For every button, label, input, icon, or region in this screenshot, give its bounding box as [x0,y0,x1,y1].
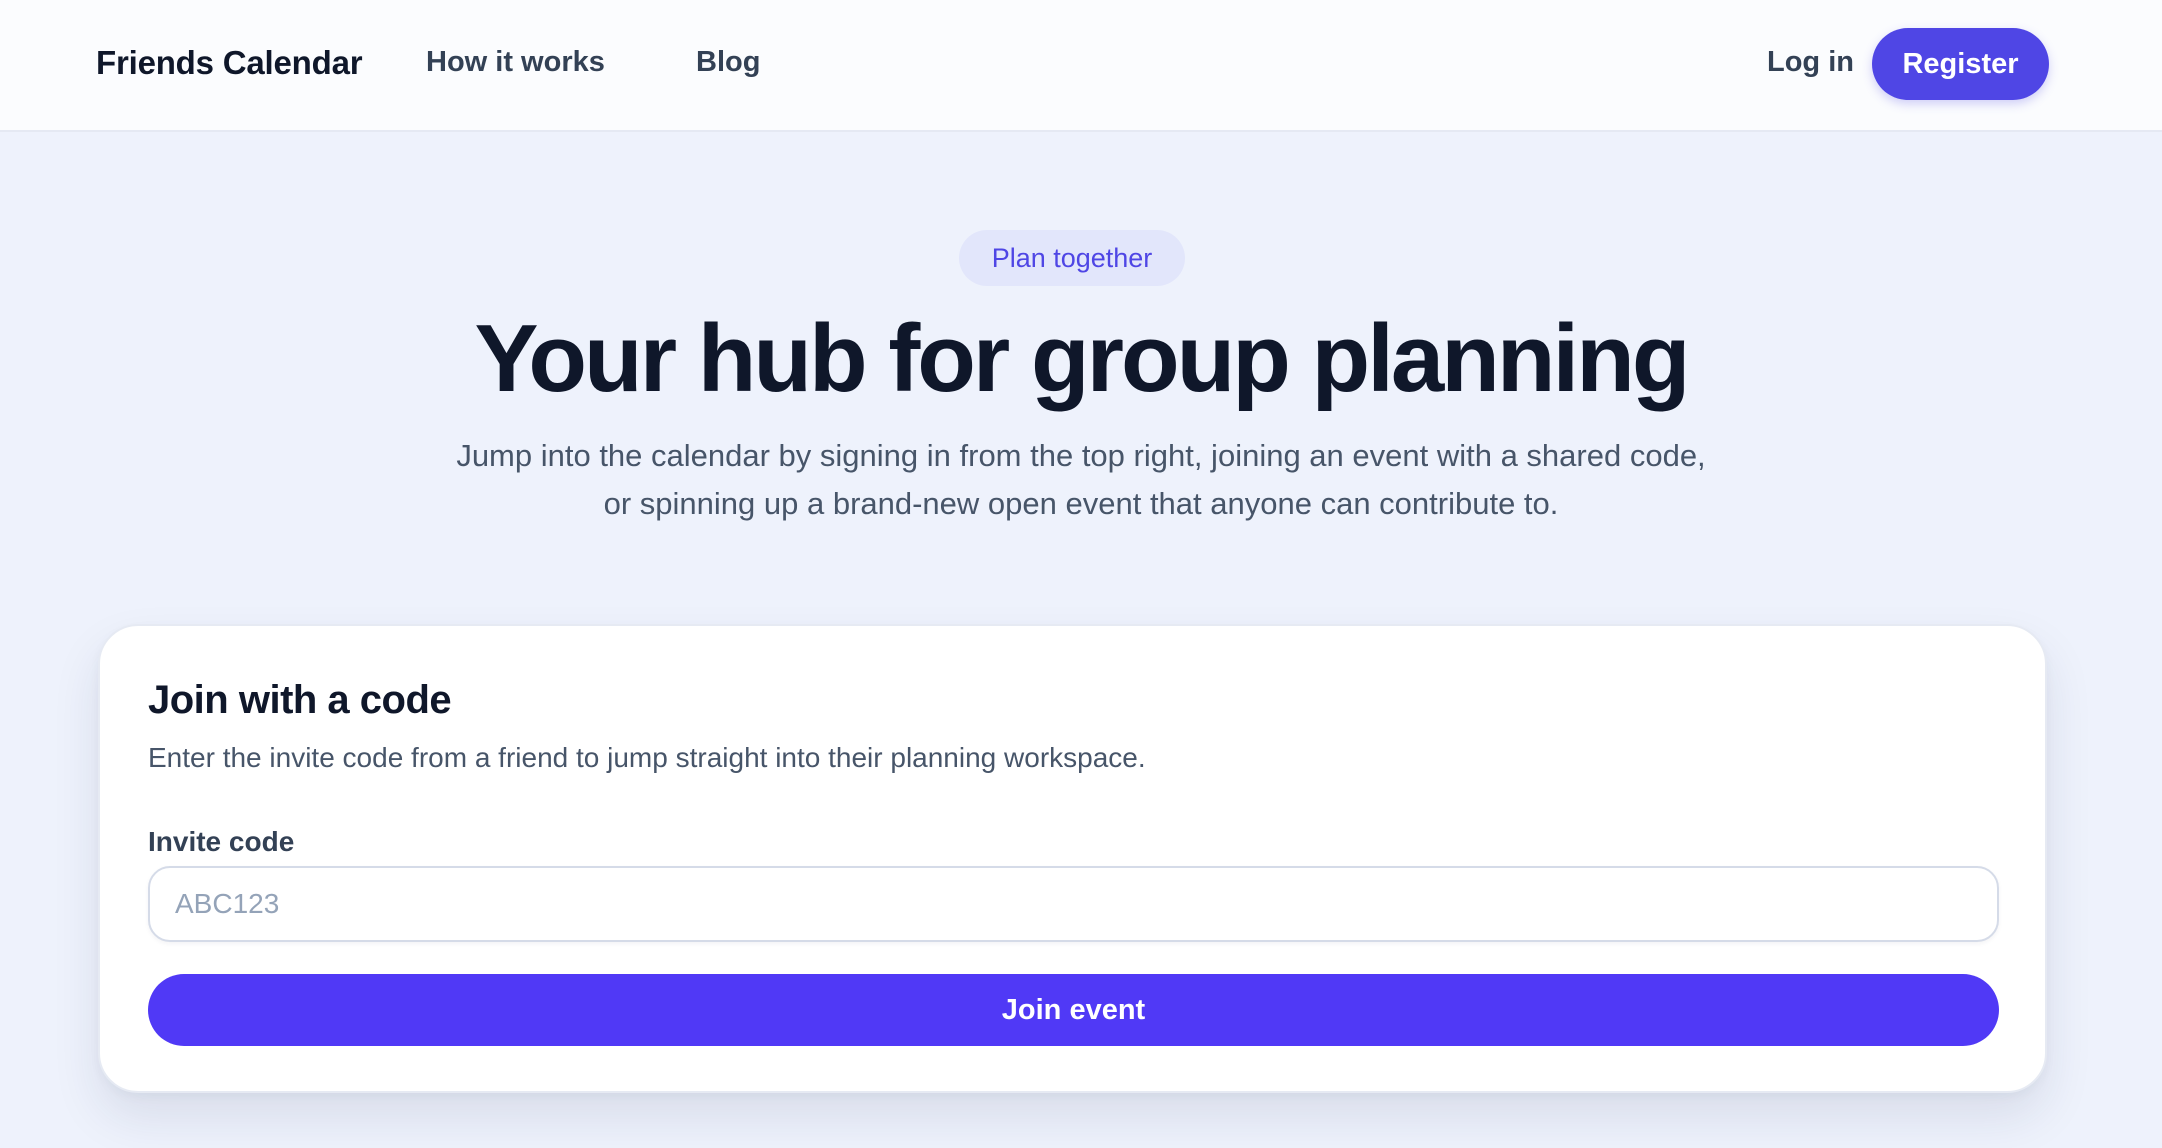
brand-logo-text[interactable]: Friends Calendar [96,44,363,82]
hero-subtitle-line-2: or spinning up a brand-new open event th… [603,486,1559,521]
card-description: Enter the invite code from a friend to j… [148,742,1146,773]
hero-title: Your hub for group planning [474,305,1691,412]
join-with-code-card: Join with a code Enter the invite code f… [98,624,2047,1093]
invite-code-input[interactable] [148,866,1999,942]
card-title: Join with a code [148,678,452,722]
nav-link-how-it-works[interactable]: How it works [426,46,605,79]
top-navbar: Friends Calendar How it works Blog Log i… [0,0,2162,132]
plan-together-badge: Plan together [959,230,1185,286]
join-event-button[interactable]: Join event [148,974,1999,1046]
nav-link-blog[interactable]: Blog [696,46,760,79]
hero-subtitle-line-1: Jump into the calendar by signing in fro… [456,438,1706,473]
login-link[interactable]: Log in [1767,46,1854,79]
register-button[interactable]: Register [1872,28,2049,100]
invite-code-label: Invite code [148,826,295,857]
hero-subtitle: Jump into the calendar by signing in fro… [381,432,1781,528]
